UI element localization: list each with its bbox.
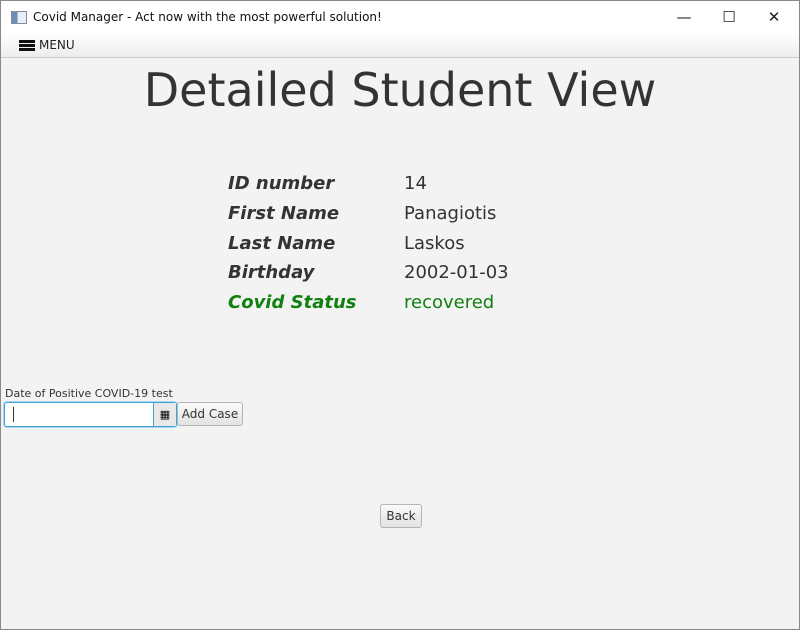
window-title: Covid Manager - Act now with the most po… [33, 10, 382, 24]
menu-bar: MENU [1, 33, 799, 58]
app-icon [11, 11, 27, 24]
field-value: 2002-01-03 [404, 262, 509, 283]
app-window: Covid Manager - Act now with the most po… [0, 0, 800, 630]
date-picker-input[interactable]: ▦ [4, 402, 177, 427]
field-label: First Name [228, 203, 340, 224]
menu-button[interactable]: MENU [19, 38, 75, 52]
field-label: Last Name [228, 233, 336, 254]
field-label: Covid Status [228, 292, 357, 313]
calendar-icon[interactable]: ▦ [153, 403, 176, 426]
field-label: Birthday [228, 262, 315, 283]
field-value: Laskos [404, 233, 465, 254]
minimize-button[interactable]: — [661, 5, 707, 29]
covid-status-value: recovered [404, 292, 495, 313]
title-bar: Covid Manager - Act now with the most po… [1, 1, 799, 33]
page-title: Detailed Student View [143, 63, 657, 117]
field-value: Panagiotis [404, 203, 497, 224]
back-button[interactable]: Back [380, 504, 422, 528]
date-field-label: Date of Positive COVID-19 test [5, 387, 173, 400]
close-button[interactable]: ✕ [751, 5, 797, 29]
text-caret [13, 407, 14, 422]
add-case-button[interactable]: Add Case [177, 402, 243, 426]
field-value: 14 [404, 173, 427, 194]
field-label: ID number [228, 173, 335, 194]
menu-label: MENU [39, 38, 75, 52]
hamburger-icon [19, 39, 35, 51]
maximize-button[interactable]: ☐ [706, 5, 752, 29]
